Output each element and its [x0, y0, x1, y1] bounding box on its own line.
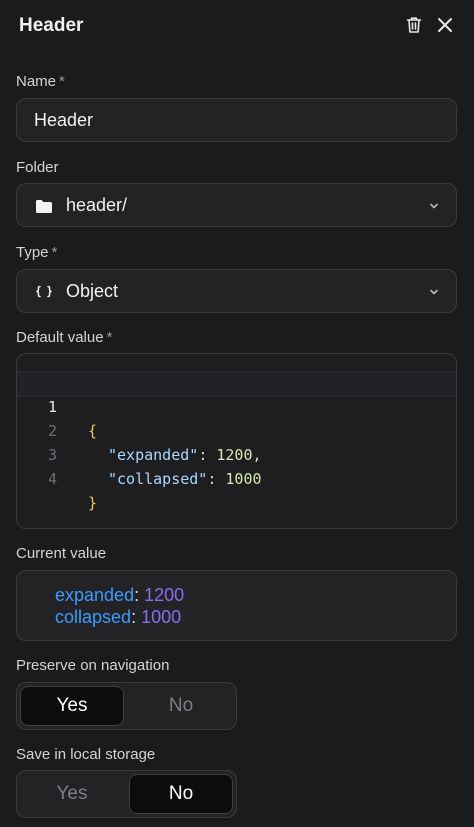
code-key: "expanded" — [108, 446, 199, 464]
close-icon[interactable] — [434, 14, 456, 36]
local-storage-no-option[interactable]: No — [129, 774, 233, 814]
default-value-code-editor[interactable]: 1 { 2 "expanded": 1200, 3 "collapsed": 1… — [16, 353, 457, 529]
name-label: Name * — [16, 73, 65, 90]
type-required-mark: * — [51, 244, 58, 261]
code-colon: : — [207, 470, 226, 488]
code-colon: : — [198, 446, 217, 464]
save-in-local-storage-label: Save in local storage — [16, 746, 155, 763]
type-label: Type * — [16, 244, 57, 261]
folder-label-text: Folder — [16, 159, 59, 176]
preserve-on-navigation-label-text: Preserve on navigation — [16, 657, 170, 674]
type-label-text: Type — [16, 244, 49, 261]
code-brace: } — [88, 494, 98, 512]
preserve-yes-option[interactable]: Yes — [20, 686, 124, 726]
default-value-label-text: Default value — [16, 329, 104, 346]
save-in-local-storage-toggle[interactable]: Yes No — [16, 770, 237, 818]
current-value-key: collapsed — [55, 607, 132, 627]
code-key: "collapsed" — [108, 470, 208, 488]
preserve-no-option[interactable]: No — [129, 686, 233, 726]
default-value-label: Default value * — [16, 329, 112, 346]
current-value-label-text: Current value — [16, 545, 107, 562]
local-storage-yes-option[interactable]: Yes — [20, 774, 124, 814]
panel-title: Header — [19, 15, 84, 36]
chevron-down-icon — [428, 285, 440, 297]
name-input-value[interactable]: Header — [34, 110, 93, 131]
folder-select[interactable]: header/ — [16, 183, 457, 227]
code-line[interactable]: 3 "collapsed": 1000 — [17, 419, 262, 488]
current-value-colon: : — [134, 585, 140, 605]
current-value-colon: : — [131, 607, 137, 627]
code-line[interactable]: 1 { — [17, 371, 97, 440]
chevron-down-icon — [428, 199, 440, 211]
folder-label: Folder — [16, 159, 59, 176]
folder-icon — [35, 197, 53, 215]
current-value-label: Current value — [16, 545, 106, 562]
type-select-value: Object — [66, 281, 119, 301]
line-number: 4 — [47, 470, 57, 488]
current-value-key: expanded — [55, 585, 135, 605]
code-line[interactable]: 2 "expanded": 1200, — [17, 395, 262, 464]
current-value-box: expanded: 1200 collapsed: 1000 — [16, 570, 457, 641]
current-value-number: 1000 — [141, 607, 182, 627]
current-value-row: collapsed: 1000 — [55, 606, 181, 628]
current-value-row: expanded: 1200 — [55, 584, 184, 606]
type-select[interactable]: Object — [16, 269, 457, 313]
name-required-mark: * — [59, 73, 65, 90]
name-label-text: Name — [16, 73, 57, 90]
code-number: 1200 — [216, 446, 253, 464]
save-in-local-storage-label-text: Save in local storage — [16, 746, 156, 763]
code-number: 1000 — [225, 470, 262, 488]
name-input[interactable]: Header — [16, 98, 457, 142]
braces-icon — [35, 283, 53, 301]
variable-editor-panel: Header Name * Header Folder header/ Type… — [0, 0, 474, 827]
trash-icon[interactable] — [403, 14, 425, 36]
panel-header: Header — [0, 0, 474, 52]
current-value-number: 1200 — [144, 585, 185, 605]
default-value-required-mark: * — [106, 329, 113, 346]
code-brace: { — [88, 422, 98, 440]
preserve-on-navigation-label: Preserve on navigation — [16, 657, 169, 674]
preserve-on-navigation-toggle[interactable]: Yes No — [16, 682, 237, 730]
code-comma: , — [252, 446, 262, 464]
active-line-highlight — [17, 371, 456, 397]
code-line[interactable]: 4 } — [17, 443, 97, 512]
folder-select-value: header/ — [66, 195, 128, 215]
